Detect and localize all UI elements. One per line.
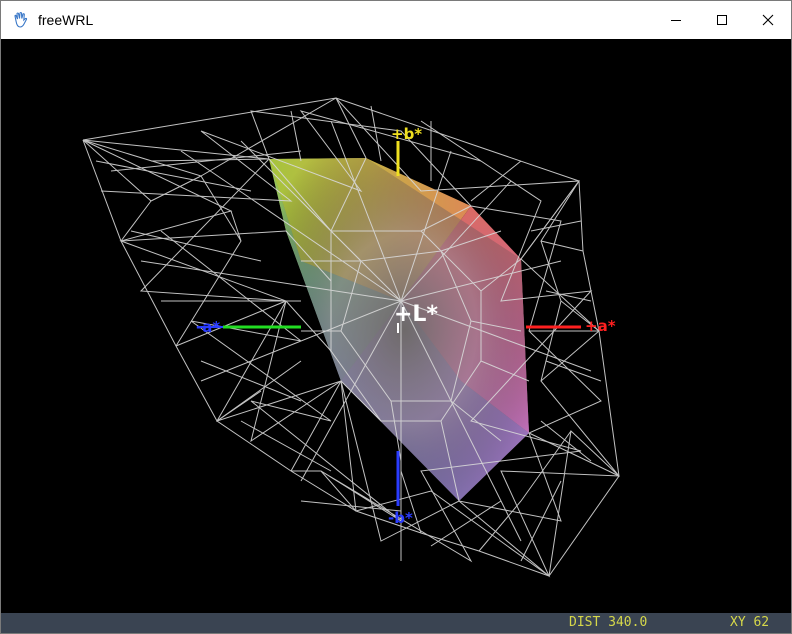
window-controls — [653, 1, 791, 39]
minimize-icon — [671, 20, 681, 21]
hand-icon — [11, 10, 31, 30]
minimize-button[interactable] — [653, 1, 699, 39]
minus-b-label: -b* — [388, 509, 413, 527]
close-icon — [762, 14, 774, 26]
maximize-icon — [717, 15, 727, 25]
title-bar[interactable]: freeWRL — [1, 1, 791, 39]
status-xy: XY 62 — [730, 615, 770, 630]
window-title: freeWRL — [38, 12, 94, 28]
plus-b-label: +b* — [391, 125, 422, 143]
freewrl-window: freeWRL +b* -b* +a* -a* +L* DIST 340.0 X… — [0, 0, 792, 634]
maximize-button[interactable] — [699, 1, 745, 39]
close-button[interactable] — [745, 1, 791, 39]
status-distance: DIST 340.0 — [569, 615, 648, 630]
minus-a-label: -a* — [196, 318, 220, 336]
plus-a-label: +a* — [585, 317, 616, 335]
l-star-label: +L* — [394, 302, 438, 327]
3d-viewport[interactable]: +b* -b* +a* -a* +L* — [1, 39, 791, 613]
gamut-scene: +b* -b* +a* -a* +L* — [82, 97, 621, 578]
status-bar: DIST 340.0 XY 62 — [1, 613, 791, 633]
